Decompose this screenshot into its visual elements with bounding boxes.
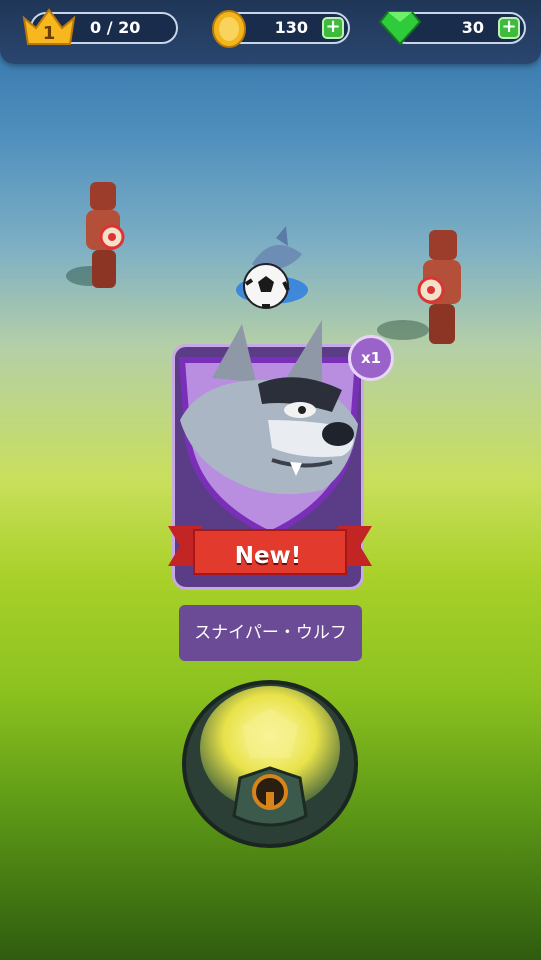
coin-count: 130 xyxy=(274,18,308,37)
character-name: スナイパー・ウルフ xyxy=(194,623,347,643)
wooden-target-post-right xyxy=(377,230,461,344)
wooden-target-post-left xyxy=(66,182,125,288)
add-gems-button[interactable]: + xyxy=(498,17,520,39)
gem-icon xyxy=(378,11,422,46)
new-label: New! xyxy=(234,543,302,569)
ball-chest-opened[interactable] xyxy=(170,668,370,848)
top-hud: 0 / 20 1 130 + 30 + xyxy=(0,0,541,64)
shark-player-with-ball xyxy=(236,226,308,309)
reward-count-badge: x1 xyxy=(348,335,394,381)
crown-icon: 1 xyxy=(22,8,76,45)
trophy-level-text: 1 xyxy=(43,23,56,44)
character-name-plate: スナイパー・ウルフ xyxy=(179,605,362,661)
add-coins-button[interactable]: + xyxy=(322,17,344,39)
coin-icon xyxy=(212,10,246,48)
gem-count: 30 xyxy=(461,18,484,37)
trophy-progress-text: 0 / 20 xyxy=(90,18,141,37)
game-scene: 0 / 20 1 130 + 30 + x1 New! スナイパー・ウルフ xyxy=(0,0,541,960)
wolf-character-portrait xyxy=(178,320,362,538)
